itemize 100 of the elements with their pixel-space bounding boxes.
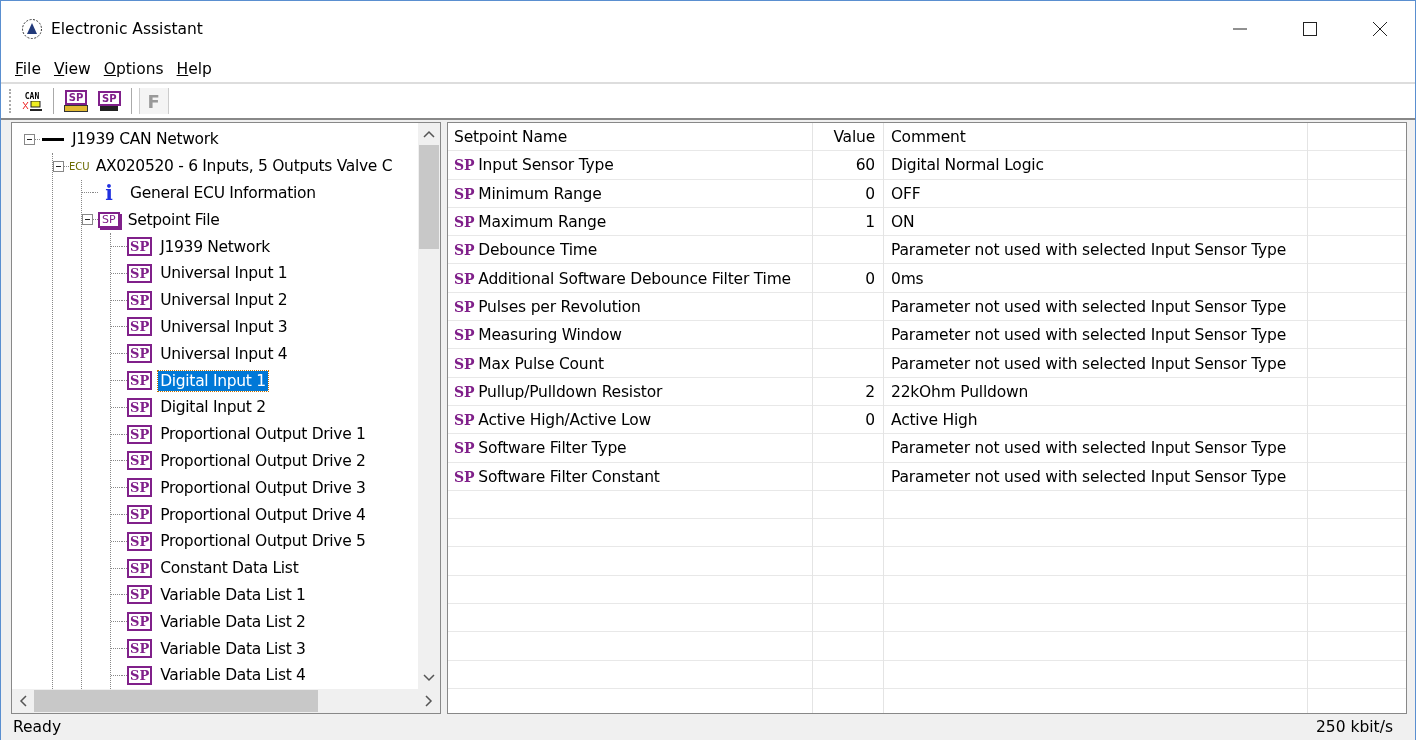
- network-line-icon: [42, 137, 64, 141]
- table-cell: Parameter not used with selected Input Sensor Type: [891, 354, 1286, 373]
- table-cell: Pullup/Pulldown Resistor: [478, 382, 663, 401]
- setpoint-icon: SP: [454, 157, 475, 174]
- tree-item[interactable]: Universal Input 1: [158, 263, 290, 284]
- menu-item[interactable]: Help: [170, 60, 218, 78]
- setpoint-icon: SP: [127, 451, 153, 471]
- table-cell: Pulses per Revolution: [478, 297, 641, 316]
- tree-item[interactable]: Proportional Output Drive 3: [158, 477, 368, 498]
- tree-item[interactable]: Universal Input 3: [158, 316, 290, 337]
- setpoint-icon: SP: [127, 237, 153, 257]
- horizontal-scrollbar[interactable]: [12, 689, 440, 713]
- table-cell: Maximum Range: [478, 213, 607, 232]
- tree-item[interactable]: Constant Data List: [158, 558, 301, 579]
- table-cell: Active High: [891, 411, 978, 430]
- table-cell: Software Filter Type: [478, 439, 627, 458]
- tree-item[interactable]: Variable Data List 2: [158, 611, 308, 632]
- setpoint-file-icon: SP: [98, 211, 120, 228]
- setpoint-icon: SP: [127, 371, 153, 391]
- info-icon: i: [98, 181, 120, 205]
- setpoint-icon: SP: [127, 639, 153, 659]
- setpoint-icon: SP: [127, 585, 153, 605]
- setpoint-icon: SP: [454, 327, 475, 344]
- tree-item[interactable]: Proportional Output Drive 2: [158, 450, 368, 471]
- maximize-icon[interactable]: [1302, 20, 1318, 37]
- collapse-toggle[interactable]: [53, 160, 64, 172]
- table-cell: Minimum Range: [478, 184, 602, 203]
- setpoint-icon: SP: [127, 263, 153, 283]
- tree-item[interactable]: Variable Data List 4: [158, 665, 308, 686]
- setpoint-icon: SP: [127, 558, 153, 578]
- scroll-thumb[interactable]: [419, 145, 439, 249]
- setpoint-icon: SP: [127, 665, 153, 685]
- table-cell: Additional Software Debounce Filter Time: [478, 269, 791, 288]
- tree-item[interactable]: J1939 Network: [158, 236, 272, 257]
- setpoint-icon: SP: [454, 242, 475, 259]
- setpoint-icon: SP: [454, 185, 475, 202]
- collapse-toggle[interactable]: [82, 214, 93, 226]
- setpoint-icon: SP: [127, 505, 153, 525]
- tree-item[interactable]: Universal Input 4: [158, 343, 290, 364]
- setpoint-icon: SP: [127, 317, 153, 337]
- scroll-thumb[interactable]: [34, 690, 318, 712]
- setpoint-icon: SP: [127, 531, 153, 551]
- tree-item[interactable]: Setpoint File: [125, 209, 222, 230]
- table-cell: 0: [865, 269, 875, 288]
- column-header[interactable]: Comment: [883, 123, 1307, 152]
- tree-item[interactable]: General ECU Information: [128, 183, 318, 203]
- setpoint-icon: SP: [127, 344, 153, 364]
- setpoint-icon: SP: [454, 214, 475, 231]
- table-cell: Digital Normal Logic: [891, 156, 1044, 175]
- tree-item[interactable]: Proportional Output Drive 1: [158, 424, 368, 445]
- table-cell: 60: [855, 156, 875, 175]
- app-logo-icon: [21, 17, 43, 40]
- setpoint-icon: SP: [454, 298, 475, 315]
- table-cell: 0: [865, 411, 875, 430]
- setpoint-icon: SP: [127, 397, 153, 417]
- tree-item[interactable]: Proportional Output Drive 5: [158, 531, 368, 552]
- menu-item[interactable]: File: [9, 60, 47, 78]
- collapse-toggle[interactable]: [24, 133, 35, 145]
- table-cell: Software Filter Constant: [478, 467, 660, 486]
- setpoint-icon: SP: [454, 270, 475, 287]
- setpoint-icon: SP: [454, 383, 475, 400]
- tree-item[interactable]: Proportional Output Drive 4: [158, 504, 368, 525]
- tree-item[interactable]: AX020520 - 6 Inputs, 5 Outputs Valve C: [93, 156, 395, 177]
- menu-item[interactable]: Options: [97, 60, 170, 78]
- table-cell: Active High/Active Low: [478, 411, 651, 430]
- setpoint-icon: SP: [454, 440, 475, 457]
- table-cell: 1: [865, 213, 875, 232]
- table-cell: Parameter not used with selected Input Sensor Type: [891, 241, 1286, 260]
- table-cell: 22kOhm Pulldown: [891, 382, 1029, 401]
- column-header[interactable]: Setpoint Name: [448, 123, 812, 152]
- setpoint-icon: SP: [127, 612, 153, 632]
- tree-item[interactable]: Universal Input 2: [158, 290, 290, 311]
- table-cell: Debounce Time: [478, 241, 597, 260]
- setpoint-icon: SP: [127, 424, 153, 444]
- setpoint-icon: SP: [127, 478, 153, 498]
- table-cell: Parameter not used with selected Input Sensor Type: [891, 297, 1286, 316]
- table-cell: Input Sensor Type: [478, 156, 614, 175]
- setpoint-icon: SP: [454, 412, 475, 429]
- setpoint-icon: SP: [127, 290, 153, 310]
- tree-item[interactable]: Digital Input 2: [158, 397, 268, 418]
- table-cell: 0ms: [891, 269, 924, 288]
- menu-item[interactable]: View: [47, 60, 97, 78]
- tree-item[interactable]: Variable Data List 3: [158, 638, 308, 659]
- table-cell: Max Pulse Count: [478, 354, 604, 373]
- vertical-scrollbar[interactable]: [418, 123, 440, 689]
- table-cell: OFF: [891, 184, 921, 203]
- table-cell: Parameter not used with selected Input Sensor Type: [891, 326, 1286, 345]
- tree-item[interactable]: J1939 CAN Network: [70, 129, 221, 150]
- table-cell: ON: [891, 213, 915, 232]
- window-title: Electronic Assistant: [51, 19, 203, 38]
- table-cell: Parameter not used with selected Input Sensor Type: [891, 467, 1286, 486]
- table-cell: 0: [865, 184, 875, 203]
- table-cell: Parameter not used with selected Input Sensor Type: [891, 439, 1286, 458]
- setpoint-icon: SP: [454, 468, 475, 485]
- bit-rate-text: 250 kbit/s: [1316, 718, 1393, 736]
- tree-item[interactable]: Digital Input 1: [158, 370, 268, 391]
- tree-item[interactable]: Variable Data List 1: [158, 584, 308, 605]
- close-icon[interactable]: [1372, 20, 1388, 37]
- column-header[interactable]: Value: [812, 123, 883, 152]
- table-cell: 2: [865, 382, 875, 401]
